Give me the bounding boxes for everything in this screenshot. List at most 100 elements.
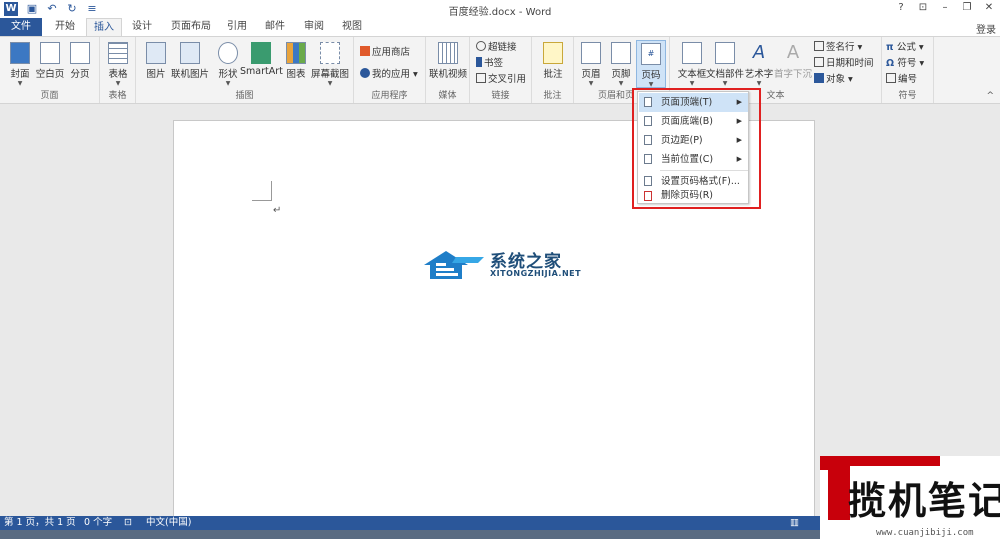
tab-insert[interactable]: 插入	[86, 18, 122, 36]
dropcap-button[interactable]: A 首字下沉	[774, 40, 812, 88]
margin-mark-vertical	[271, 181, 272, 201]
page-count-status[interactable]: 第 1 页，共 1 页	[4, 516, 76, 530]
dropcap-icon: A	[786, 42, 800, 63]
symbol-button[interactable]: Ω 符号 ▾	[886, 56, 924, 72]
tab-home[interactable]: 开始	[48, 18, 82, 36]
calendar-icon	[814, 57, 824, 67]
page-number-button[interactable]: # 页码 ▼	[636, 40, 666, 88]
house-logo-icon	[424, 251, 484, 279]
object-icon	[814, 73, 824, 83]
textbox-button[interactable]: 文本框 ▼	[674, 40, 710, 88]
pi-icon: π	[886, 42, 897, 53]
highlight-annotation-box	[632, 88, 761, 209]
collapse-ribbon-icon[interactable]: ^	[986, 91, 994, 101]
group-comments: 批注 批注	[532, 37, 574, 103]
status-bar: 第 1 页，共 1 页 0 个字 ⊡ 中文(中国) ▥	[0, 516, 820, 530]
group-pages: 封面 ▼ 空白页 分页 页面	[0, 37, 100, 103]
watermark-logo: 系统之家 XITONGZHIJIA.NET	[422, 245, 582, 287]
object-button[interactable]: 对象 ▾	[814, 72, 853, 88]
proofing-icon[interactable]: ⊡	[124, 516, 132, 530]
hyperlink-button[interactable]: 超链接	[476, 40, 517, 56]
picture-icon	[146, 42, 166, 64]
document-area[interactable]: ↵	[0, 104, 1000, 520]
watermark-url: XITONGZHIJIA.NET	[490, 269, 582, 278]
word-count-status[interactable]: 0 个字	[84, 516, 112, 530]
screenshot-button[interactable]: 屏幕截图 ▼	[310, 40, 350, 88]
app-store-button[interactable]: 应用商店	[360, 45, 410, 61]
blank-page-icon	[40, 42, 60, 64]
ribbon-display-button[interactable]: ⊡	[918, 2, 928, 13]
signature-icon	[814, 41, 824, 51]
page-number-icon: #	[641, 43, 661, 65]
number-icon	[886, 73, 896, 83]
my-apps-button[interactable]: 我的应用 ▾	[360, 67, 418, 83]
online-picture-button[interactable]: 联机图片	[170, 40, 210, 88]
cross-ref-icon	[476, 73, 486, 83]
margin-mark-horizontal	[252, 200, 272, 201]
bookmark-button[interactable]: 书签	[476, 56, 503, 72]
ribbon: 封面 ▼ 空白页 分页 页面 表格 ▼ 表格 图片 联机图片 形状 ▼ Smar…	[0, 36, 1000, 104]
cross-reference-button[interactable]: 交叉引用	[476, 72, 526, 88]
online-picture-icon	[180, 42, 200, 64]
group-tables: 表格 ▼ 表格	[100, 37, 136, 103]
my-apps-icon	[360, 68, 370, 78]
tab-file[interactable]: 文件	[0, 18, 42, 36]
shapes-icon	[218, 42, 238, 64]
omega-icon: Ω	[886, 58, 898, 69]
tab-references[interactable]: 引用	[222, 18, 252, 36]
equation-button[interactable]: π 公式 ▾	[886, 40, 924, 56]
paragraph-mark-icon: ↵	[273, 205, 282, 216]
page-break-icon	[70, 42, 90, 64]
group-symbols: π 公式 ▾ Ω 符号 ▾ 编号 符号	[882, 37, 934, 103]
os-taskbar	[0, 530, 820, 539]
online-video-button[interactable]: 联机视频	[428, 40, 468, 88]
group-illustrations: 图片 联机图片 形状 ▼ SmartArt 图表 屏幕截图 ▼ 插图	[136, 37, 354, 103]
brand-url: www.cuanjibiji.com	[876, 528, 974, 538]
group-label: 页面	[40, 91, 59, 101]
window-controls: ? ⊡ – ❐ ✕	[896, 2, 994, 13]
table-button[interactable]: 表格 ▼	[100, 40, 136, 88]
video-icon	[438, 42, 458, 64]
quick-parts-button[interactable]: 文档部件 ▼	[706, 40, 744, 88]
date-time-button[interactable]: 日期和时间	[814, 56, 874, 72]
corner-brand-watermark: 揽机笔记 www.cuanjibiji.com	[820, 456, 1000, 539]
wordart-icon: A	[752, 42, 766, 63]
read-mode-icon[interactable]: ▥	[790, 516, 799, 530]
tab-mailings[interactable]: 邮件	[260, 18, 290, 36]
bookmark-icon	[476, 57, 482, 67]
title-bar: W ▣ ↶ ↻ ≡ 百度经验.docx - Word ? ⊡ – ❐ ✕	[0, 0, 1000, 18]
language-status[interactable]: 中文(中国)	[146, 516, 191, 530]
tab-layout[interactable]: 页面布局	[166, 18, 216, 36]
chart-icon	[286, 42, 306, 64]
group-links: 超链接 书签 交叉引用 链接	[470, 37, 532, 103]
screenshot-icon	[320, 42, 340, 64]
minimize-button[interactable]: –	[940, 2, 950, 13]
footer-button[interactable]: 页脚 ▼	[606, 40, 636, 88]
number-button[interactable]: 编号	[886, 72, 917, 88]
login-link[interactable]: 登录	[976, 21, 996, 36]
table-icon	[108, 42, 128, 64]
document-title: 百度经验.docx - Word	[448, 7, 552, 18]
signature-line-button[interactable]: 签名行 ▾	[814, 40, 862, 56]
restore-button[interactable]: ❐	[962, 2, 972, 13]
header-button[interactable]: 页眉 ▼	[576, 40, 606, 88]
picture-button[interactable]: 图片	[138, 40, 174, 88]
quick-parts-icon	[715, 42, 735, 64]
hyperlink-icon	[476, 41, 486, 51]
chart-button[interactable]: 图表	[282, 40, 310, 88]
wordart-button[interactable]: A 艺术字 ▼	[744, 40, 774, 88]
tab-view[interactable]: 视图	[336, 18, 368, 36]
group-media: 联机视频 媒体	[426, 37, 470, 103]
comment-button[interactable]: 批注	[535, 40, 571, 88]
tab-review[interactable]: 审阅	[298, 18, 330, 36]
help-button[interactable]: ?	[896, 2, 906, 13]
tab-design[interactable]: 设计	[126, 18, 158, 36]
page-break-button[interactable]: 分页	[62, 40, 98, 88]
close-button[interactable]: ✕	[984, 2, 994, 13]
textbox-icon	[682, 42, 702, 64]
store-icon	[360, 46, 370, 56]
footer-icon	[611, 42, 631, 64]
header-icon	[581, 42, 601, 64]
ribbon-tabs: 文件 开始 插入 设计 页面布局 引用 邮件 审阅 视图 登录	[0, 18, 1000, 36]
smartart-button[interactable]: SmartArt	[240, 40, 283, 88]
